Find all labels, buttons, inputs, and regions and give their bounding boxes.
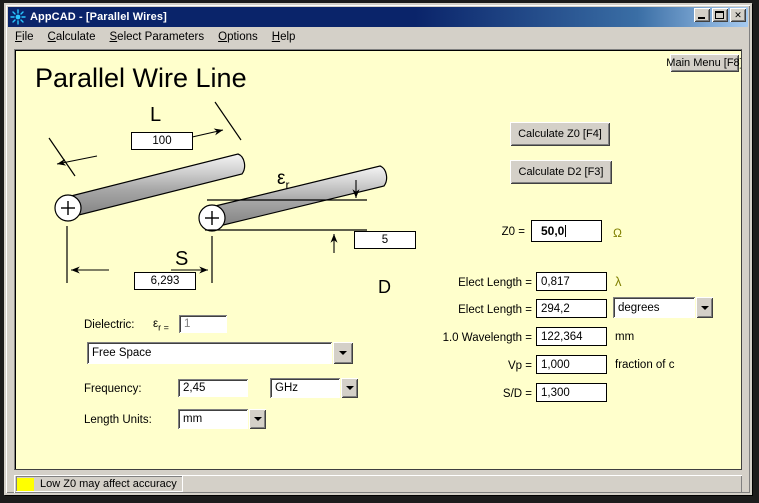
wavelength-unit: mm: [615, 331, 635, 343]
vp-input[interactable]: 1,000: [536, 355, 607, 374]
angle-units-combo[interactable]: degrees: [613, 297, 713, 318]
appcad-starburst-icon: [10, 9, 26, 25]
length-units-label: Length Units:: [84, 414, 152, 426]
menu-help-label: elp: [280, 31, 296, 43]
sd-ratio-input[interactable]: 1,300: [536, 383, 607, 402]
app-window: AppCAD - [Parallel Wires] ✕ File Calcula…: [4, 3, 752, 495]
angle-units-value: degrees: [613, 297, 695, 318]
diagram-label-L: L: [150, 104, 162, 126]
vp-label: Vp =: [508, 360, 532, 372]
spacing-S-input[interactable]: 6,293: [134, 272, 196, 290]
page-title: Parallel Wire Line: [35, 63, 247, 93]
length-units-dropdown-button[interactable]: [249, 409, 266, 429]
frequency-units-dropdown-button[interactable]: [341, 378, 358, 398]
calculate-d2-button[interactable]: Calculate D2 [F3]: [510, 160, 612, 184]
client-area: Parallel Wire Line Main Menu [F8] L 100 …: [14, 49, 742, 470]
length-L-input[interactable]: 100: [131, 132, 193, 150]
dielectric-material-value: Free Space: [87, 342, 332, 364]
wavelength-label: 1.0 Wavelength =: [442, 332, 532, 344]
diagram-label-D: D: [378, 277, 391, 297]
close-icon: ✕: [734, 9, 742, 20]
main-menu-button[interactable]: Main Menu [F8]: [666, 54, 741, 72]
z0-value: 50,0: [541, 224, 565, 238]
window-title: AppCAD - [Parallel Wires]: [30, 11, 167, 23]
menu-calculate-accel: C: [47, 31, 56, 43]
status-message-cell: Low Z0 may affect accuracy: [16, 476, 183, 492]
dielectric-epsilon-subscript: r =: [158, 322, 169, 333]
menu-select-parameters[interactable]: Select Parameters: [110, 31, 205, 43]
menu-calculate-label: alculate: [55, 31, 96, 43]
menu-calculate[interactable]: Calculate: [48, 31, 96, 43]
menu-bar: File Calculate Select Parameters Options…: [8, 28, 748, 46]
status-bar: Low Z0 may affect accuracy: [14, 475, 742, 493]
frequency-label: Frequency:: [84, 383, 142, 395]
chevron-down-icon: [253, 417, 262, 421]
z0-unit: Ω: [613, 226, 622, 240]
maximize-button[interactable]: [712, 8, 728, 22]
wavelength-input[interactable]: 122,364: [536, 327, 607, 346]
length-units-combo[interactable]: mm: [178, 409, 266, 429]
menu-options[interactable]: Options: [218, 31, 258, 43]
minimize-button[interactable]: [694, 8, 710, 22]
dielectric-material-combo[interactable]: Free Space: [87, 342, 353, 364]
menu-help[interactable]: Help: [272, 31, 296, 43]
length-units-value: mm: [178, 409, 248, 429]
vp-unit: fraction of c: [615, 359, 675, 371]
title-bar: AppCAD - [Parallel Wires] ✕: [8, 7, 748, 27]
menu-options-label: ptions: [227, 31, 258, 43]
chevron-down-icon: [339, 351, 347, 355]
frequency-input[interactable]: 2,45: [178, 379, 248, 397]
menu-select-parameters-label: elect Parameters: [117, 31, 205, 43]
epsilon-subscript: r: [285, 177, 290, 192]
menu-file-label: ile: [22, 31, 34, 43]
status-warning-swatch: [17, 477, 34, 491]
frequency-units-combo[interactable]: GHz: [270, 378, 358, 398]
elect-length-wavelength-label: Elect Length =: [458, 277, 532, 289]
chevron-down-icon: [700, 305, 709, 310]
parallel-wires-diagram: [48, 101, 388, 283]
diagram-label-epsilon-r: εr: [277, 168, 289, 192]
elect-length-wavelength-unit: λ: [615, 274, 622, 289]
dielectric-er-input[interactable]: 1: [179, 315, 227, 333]
dielectric-material-dropdown-button[interactable]: [333, 342, 353, 364]
menu-file-accel: F: [15, 31, 23, 43]
elect-length-degrees-input[interactable]: 294,2: [536, 299, 607, 318]
dielectric-label: Dielectric:: [84, 319, 135, 331]
dielectric-er-label: εr =: [153, 318, 169, 332]
calculate-z0-button[interactable]: Calculate Z0 [F4]: [510, 122, 610, 146]
frequency-units-value: GHz: [270, 378, 340, 398]
diameter-D-input[interactable]: 5: [354, 231, 416, 249]
status-message: Low Z0 may affect accuracy: [40, 478, 177, 490]
elect-length-degrees-label: Elect Length =: [458, 304, 532, 316]
angle-units-dropdown-button[interactable]: [696, 297, 713, 318]
close-button[interactable]: ✕: [730, 8, 746, 22]
elect-length-wavelength-input[interactable]: 0,817: [536, 272, 607, 291]
z0-label: Z0 =: [501, 226, 525, 238]
diagram-label-S: S: [175, 248, 189, 270]
chevron-down-icon: [345, 386, 354, 390]
menu-help-accel: H: [271, 31, 281, 43]
menu-file[interactable]: File: [15, 31, 34, 43]
sd-ratio-label: S/D =: [502, 388, 532, 400]
menu-options-accel: O: [218, 31, 228, 43]
z0-input[interactable]: 50,0: [531, 220, 602, 242]
